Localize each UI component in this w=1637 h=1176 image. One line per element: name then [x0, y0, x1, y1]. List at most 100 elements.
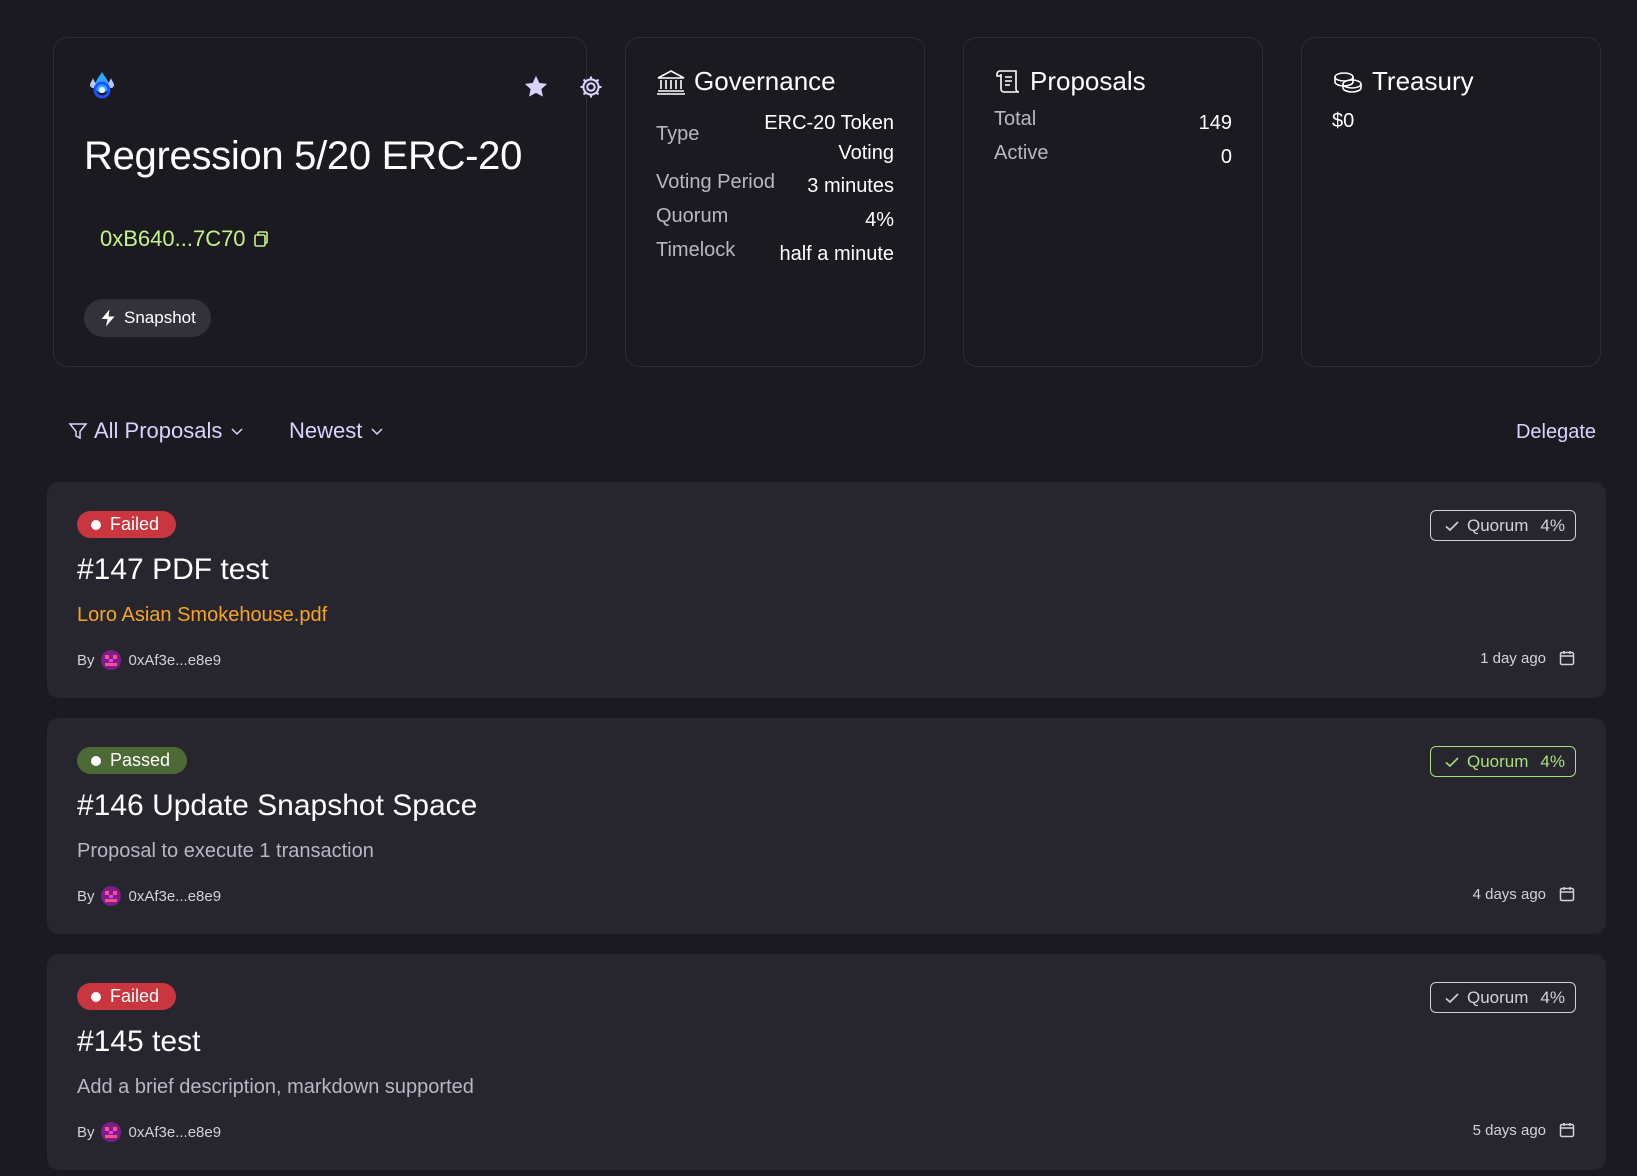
- proposals-active-label: Active: [994, 142, 1049, 164]
- avatar: [100, 886, 121, 906]
- governance-type-value: ERC-20 Token Voting: [764, 112, 894, 164]
- calendar-icon: [1559, 1123, 1575, 1138]
- all-proposals-filter[interactable]: All Proposals: [68, 418, 246, 444]
- proposal-title: #145 test: [77, 1025, 201, 1058]
- quorum-badge: Quorum 4%: [1430, 982, 1576, 1013]
- proposal-title: #146 Update Snapshot Space: [77, 789, 478, 822]
- lightning-icon: [101, 309, 115, 327]
- governance-row-timelock: Timelock half a minute: [656, 239, 894, 269]
- proposals-heading: Proposals: [994, 66, 1146, 97]
- date-text: 1 day ago: [1480, 649, 1546, 667]
- governance-title: Governance: [694, 66, 836, 96]
- treasury-heading: Treasury: [1332, 66, 1474, 97]
- quorum-label: Quorum: [1467, 987, 1529, 1007]
- proposal-title: #147 PDF test: [77, 553, 269, 586]
- governance-row-quorum: Quorum 4%: [656, 205, 894, 235]
- proposals-total-value: 149: [1198, 112, 1232, 134]
- filter-icon: [68, 423, 88, 440]
- quorum-value: 4%: [1540, 515, 1565, 535]
- proposals-active-value: 0: [1220, 146, 1232, 168]
- dao-dashboard: Regression 5/20 ERC-20 0xB640...7C70 Sna…: [0, 0, 1637, 1176]
- proposals-summary-card: Proposals Total 149 Active 0: [963, 37, 1263, 367]
- governance-card: Governance Type ERC-20 Token Voting Voti…: [625, 37, 925, 367]
- dao-info-card: Regression 5/20 ERC-20 0xB640...7C70 Sna…: [53, 37, 602, 367]
- governance-quorum-label: Quorum: [656, 205, 729, 227]
- check-icon: [1445, 520, 1459, 531]
- quorum-label: Quorum: [1467, 751, 1529, 771]
- proposal-card[interactable]: Failed #145 test Add a brief description…: [47, 954, 1606, 1170]
- treasury-value: $0: [1332, 110, 1355, 132]
- date-text: 5 days ago: [1472, 1121, 1546, 1139]
- treasury-card: Treasury $0: [1301, 37, 1601, 367]
- author-address[interactable]: 0xAf3e...e8e9: [129, 652, 222, 669]
- by-label: By: [77, 651, 95, 669]
- calendar-icon: [1559, 887, 1575, 902]
- all-proposals-label: All Proposals: [94, 418, 223, 443]
- proposal-author: By 0xAf3e...e8e9: [77, 886, 221, 906]
- quorum-value: 4%: [1540, 751, 1565, 771]
- status-label: Failed: [110, 986, 160, 1006]
- dao-logo-icon: [90, 72, 114, 99]
- proposals-row-active: Active 0: [994, 142, 1232, 172]
- author-address[interactable]: 0xAf3e...e8e9: [129, 1124, 222, 1141]
- proposal-description: Add a brief description, markdown suppor…: [77, 1076, 474, 1098]
- status-label: Failed: [110, 514, 160, 534]
- governance-timelock-label: Timelock: [656, 239, 736, 261]
- proposal-author: By 0xAf3e...e8e9: [77, 1122, 221, 1142]
- proposals-title: Proposals: [1030, 66, 1146, 96]
- gear-icon[interactable]: [577, 73, 605, 101]
- avatar: [100, 650, 121, 670]
- status-badge: Passed: [77, 747, 188, 774]
- snapshot-button[interactable]: Snapshot: [84, 299, 211, 337]
- calendar-icon: [1559, 651, 1575, 666]
- snapshot-label: Snapshot: [124, 308, 196, 327]
- status-badge: Failed: [77, 511, 177, 538]
- proposal-date: 4 days ago: [1473, 885, 1576, 903]
- dao-address-copy[interactable]: 0xB640...7C70: [100, 226, 270, 252]
- governance-quorum-value: 4%: [865, 209, 894, 231]
- check-icon: [1445, 992, 1459, 1003]
- by-label: By: [77, 887, 95, 905]
- quorum-label: Quorum: [1467, 515, 1529, 535]
- proposal-date: 1 day ago: [1480, 649, 1576, 667]
- quorum-value: 4%: [1540, 987, 1565, 1007]
- coins-icon: [1334, 71, 1362, 93]
- avatar: [100, 1122, 121, 1142]
- quorum-badge: Quorum 4%: [1430, 746, 1576, 777]
- bank-icon: [657, 69, 685, 95]
- status-label: Passed: [110, 750, 171, 770]
- status-badge: Failed: [77, 983, 177, 1010]
- quorum-badge: Quorum 4%: [1430, 510, 1576, 541]
- governance-voting-period-label: Voting Period: [656, 171, 775, 193]
- proposal-attachment-link[interactable]: Loro Asian Smokehouse.pdf: [77, 604, 327, 627]
- copy-icon[interactable]: [252, 230, 270, 248]
- date-text: 4 days ago: [1472, 885, 1546, 903]
- proposal-card[interactable]: Passed #146 Update Snapshot Space Propos…: [47, 718, 1606, 934]
- proposal-card[interactable]: Failed #147 PDF test Loro Asian Smokehou…: [47, 482, 1606, 698]
- chevron-down-icon: [371, 428, 383, 436]
- proposal-author: By 0xAf3e...e8e9: [77, 650, 221, 670]
- proposal-description: Proposal to execute 1 transaction: [77, 840, 374, 862]
- dao-name: Regression 5/20 ERC-20: [84, 134, 523, 178]
- star-icon[interactable]: [522, 73, 550, 101]
- governance-type-label: Type: [656, 123, 700, 145]
- author-address[interactable]: 0xAf3e...e8e9: [129, 888, 222, 905]
- check-icon: [1445, 756, 1459, 767]
- governance-heading: Governance: [656, 66, 836, 97]
- status-dot-icon: [91, 519, 101, 530]
- sort-dropdown[interactable]: Newest: [289, 418, 386, 444]
- sort-label: Newest: [289, 418, 363, 443]
- status-dot-icon: [91, 755, 101, 766]
- governance-voting-period-value: 3 minutes: [807, 175, 894, 197]
- delegate-link[interactable]: Delegate: [1516, 421, 1596, 444]
- proposals-total-label: Total: [994, 108, 1037, 130]
- dao-address-text: 0xB640...7C70: [100, 226, 246, 251]
- proposals-row-total: Total 149: [994, 108, 1232, 138]
- proposal-date: 5 days ago: [1473, 1121, 1576, 1139]
- status-dot-icon: [91, 991, 101, 1002]
- by-label: By: [77, 1123, 95, 1141]
- governance-row-type: Type ERC-20 Token Voting: [656, 108, 894, 168]
- chevron-down-icon: [231, 428, 243, 436]
- governance-row-voting-period: Voting Period 3 minutes: [656, 171, 894, 201]
- scroll-icon: [996, 69, 1020, 93]
